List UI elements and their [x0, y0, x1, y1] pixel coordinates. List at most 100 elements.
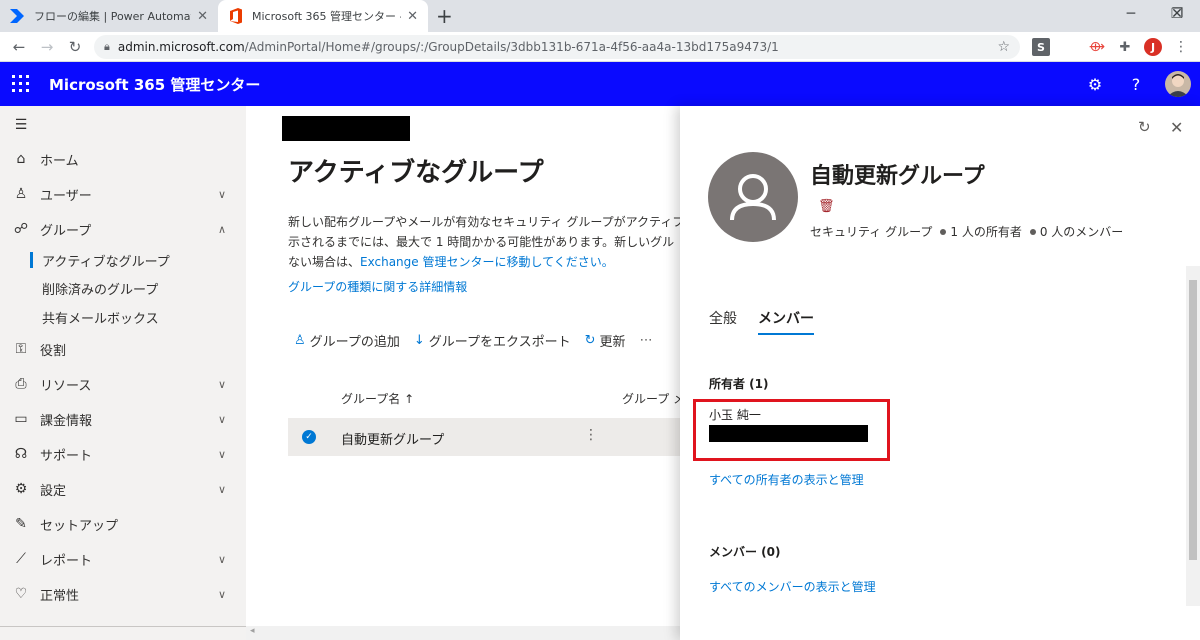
- browser-menu-icon[interactable]: ⋮: [1172, 38, 1190, 56]
- browser-tab-m365-admin[interactable]: Microsoft 365 管理センター - ホーム ✕: [218, 0, 428, 32]
- nav-subitem-shared-mailboxes[interactable]: 共有メールボックス: [42, 303, 159, 331]
- minimize-icon[interactable]: ─: [1108, 0, 1154, 28]
- highlight-box: [693, 399, 890, 461]
- refresh-icon: ↻: [584, 332, 596, 348]
- chevron-down-icon: ∨: [218, 377, 227, 391]
- browser-tab-power-automate[interactable]: フローの編集 | Power Automate ✕: [0, 0, 218, 32]
- group-icon: ☍: [13, 221, 29, 237]
- extension-red-icon[interactable]: ⟴: [1088, 38, 1106, 56]
- export-groups-label: グループをエクスポート: [428, 334, 571, 350]
- nav-subitem-deleted-groups[interactable]: 削除済みのグループ: [42, 274, 158, 302]
- nav-item-billing[interactable]: ▭ 課金情報 ∨: [0, 402, 246, 436]
- nav-sub-label: 削除済みのグループ: [42, 282, 159, 298]
- nav-item-resources[interactable]: ⎙ リソース ∨: [0, 367, 246, 401]
- nav-label: 課金情報: [40, 413, 93, 429]
- support-icon: ☊: [14, 446, 28, 462]
- more-commands-button[interactable]: ⋯: [640, 333, 653, 348]
- members-count: 0 人のメンバー: [1039, 225, 1124, 239]
- nav-item-roles[interactable]: ⚿ 役割: [0, 332, 246, 366]
- page-description: 新しい配布グループやメールが有効なセキュリティ グループがアクティブ 示されるま…: [288, 212, 680, 272]
- nav-label: リソース: [40, 378, 92, 394]
- nav-label: レポート: [40, 553, 93, 569]
- nav-item-setup[interactable]: ✎ セットアップ: [0, 507, 246, 541]
- nav-item-users[interactable]: ♙ ユーザー ∨: [0, 177, 246, 211]
- chevron-down-icon: ∨: [218, 187, 227, 201]
- extension-s-icon[interactable]: S: [1032, 38, 1050, 56]
- group-types-info-link[interactable]: グループの種類に関する詳細情報: [288, 278, 467, 295]
- home-icon: ⌂: [16, 151, 26, 167]
- user-avatar[interactable]: [1165, 71, 1191, 97]
- table-row[interactable]: ✓ 自動更新グループ ⋮: [288, 418, 680, 456]
- group-meta: セキュリティ グループ 1 人の所有者 0 人のメンバー: [810, 223, 1123, 240]
- chevron-down-icon: ∨: [218, 447, 227, 461]
- app-launcher-icon[interactable]: [12, 75, 30, 93]
- nav-label: ホーム: [40, 153, 79, 169]
- group-avatar: [708, 152, 798, 242]
- profile-initial: J: [1150, 40, 1156, 54]
- nav-item-groups[interactable]: ☍ グループ ∧: [0, 212, 246, 246]
- row-checkmark-icon[interactable]: ✓: [302, 430, 316, 444]
- add-group-button[interactable]: ♙ グループの追加: [294, 331, 400, 350]
- settings-icon: ⚙: [14, 481, 28, 497]
- close-window-icon[interactable]: ✕: [1154, 0, 1200, 28]
- reload-icon[interactable]: ↻: [64, 36, 86, 58]
- row-more-icon[interactable]: ⋮: [584, 427, 598, 443]
- tab-general[interactable]: 全般: [709, 308, 737, 328]
- extensions-puzzle-icon[interactable]: ✚: [1116, 38, 1134, 56]
- separator-dot: [940, 229, 947, 235]
- role-icon: ⚿: [15, 341, 27, 357]
- nav-sub-label: 共有メールボックス: [42, 311, 159, 327]
- resource-icon: ⎙: [15, 376, 27, 392]
- nav-collapse-button[interactable]: ☰: [0, 108, 246, 142]
- nav-item-reports[interactable]: ⟋ レポート ∨: [0, 542, 246, 576]
- chevron-down-icon: ∨: [218, 587, 227, 601]
- group-name-cell[interactable]: 自動更新グループ: [341, 429, 444, 448]
- exchange-admin-link[interactable]: Exchange 管理センターに移動してください。: [360, 255, 614, 269]
- new-tab-button[interactable]: +: [436, 4, 453, 28]
- refresh-icon[interactable]: ↻: [1138, 118, 1151, 136]
- refresh-label: 更新: [599, 334, 626, 350]
- add-user-icon: ♙: [294, 332, 306, 348]
- vertical-scrollbar[interactable]: [1186, 266, 1200, 606]
- scroll-left-icon[interactable]: ◂: [250, 626, 255, 636]
- hamburger-icon: ☰: [14, 117, 28, 133]
- left-navigation: ☰ ⌂ ホーム ♙ ユーザー ∨ ☍ グループ ∧ アクティブなグループ 削除済…: [0, 106, 246, 640]
- nav-subitem-active-groups[interactable]: アクティブなグループ: [30, 246, 170, 274]
- nav-item-home[interactable]: ⌂ ホーム: [0, 142, 246, 176]
- settings-gear-icon[interactable]: ⚙: [1084, 73, 1106, 95]
- lock-icon: 🔒︎: [104, 40, 110, 53]
- tab-members[interactable]: メンバー: [758, 308, 814, 335]
- nav-item-settings[interactable]: ⚙ 設定 ∨: [0, 472, 246, 506]
- desc-line: 新しい配布グループやメールが有効なセキュリティ グループがアクティブ: [288, 215, 680, 229]
- nav-label: グループ: [40, 223, 92, 239]
- profile-avatar[interactable]: J: [1144, 38, 1162, 56]
- forward-icon[interactable]: →: [36, 36, 58, 58]
- export-groups-button[interactable]: ↓ グループをエクスポート: [414, 331, 571, 350]
- owners-count: 1 人の所有者: [950, 225, 1022, 239]
- address-bar[interactable]: 🔒︎ admin.microsoft.com/AdminPortal/Home#…: [94, 35, 1020, 59]
- chevron-down-icon: ∨: [218, 412, 227, 426]
- delete-group-icon[interactable]: 🗑︎: [818, 199, 835, 214]
- back-icon[interactable]: ←: [8, 36, 30, 58]
- nav-label: 正常性: [40, 588, 80, 604]
- app-title[interactable]: Microsoft 365 管理センター: [49, 74, 260, 95]
- url-host: admin.microsoft.com: [117, 40, 245, 54]
- horizontal-scrollbar[interactable]: ◂: [246, 626, 680, 640]
- help-icon[interactable]: ?: [1125, 73, 1147, 95]
- close-tab-icon[interactable]: ✕: [407, 9, 418, 24]
- refresh-button[interactable]: ↻ 更新: [585, 331, 626, 350]
- close-tab-icon[interactable]: ✕: [197, 9, 208, 24]
- nav-item-health[interactable]: ♡ 正常性 ∨: [0, 577, 246, 611]
- column-header-name[interactable]: グループ名 ↑: [341, 390, 414, 407]
- nav-item-support[interactable]: ☊ サポート ∨: [0, 437, 246, 471]
- user-icon: ♙: [14, 186, 28, 202]
- tab-title: フローの編集 | Power Automate: [34, 10, 192, 23]
- manage-owners-link[interactable]: すべての所有者の表示と管理: [709, 471, 864, 488]
- browser-toolbar: ← → ↻ 🔒︎ admin.microsoft.com/AdminPortal…: [0, 32, 1200, 62]
- bookmark-star-icon[interactable]: ☆: [997, 39, 1010, 55]
- desc-line: ない場合は、: [288, 255, 361, 269]
- page-title: アクティブなグループ: [288, 158, 544, 188]
- close-icon[interactable]: ✕: [1170, 118, 1183, 137]
- scrollbar-thumb[interactable]: [1189, 280, 1197, 560]
- manage-members-link[interactable]: すべてのメンバーの表示と管理: [709, 578, 876, 595]
